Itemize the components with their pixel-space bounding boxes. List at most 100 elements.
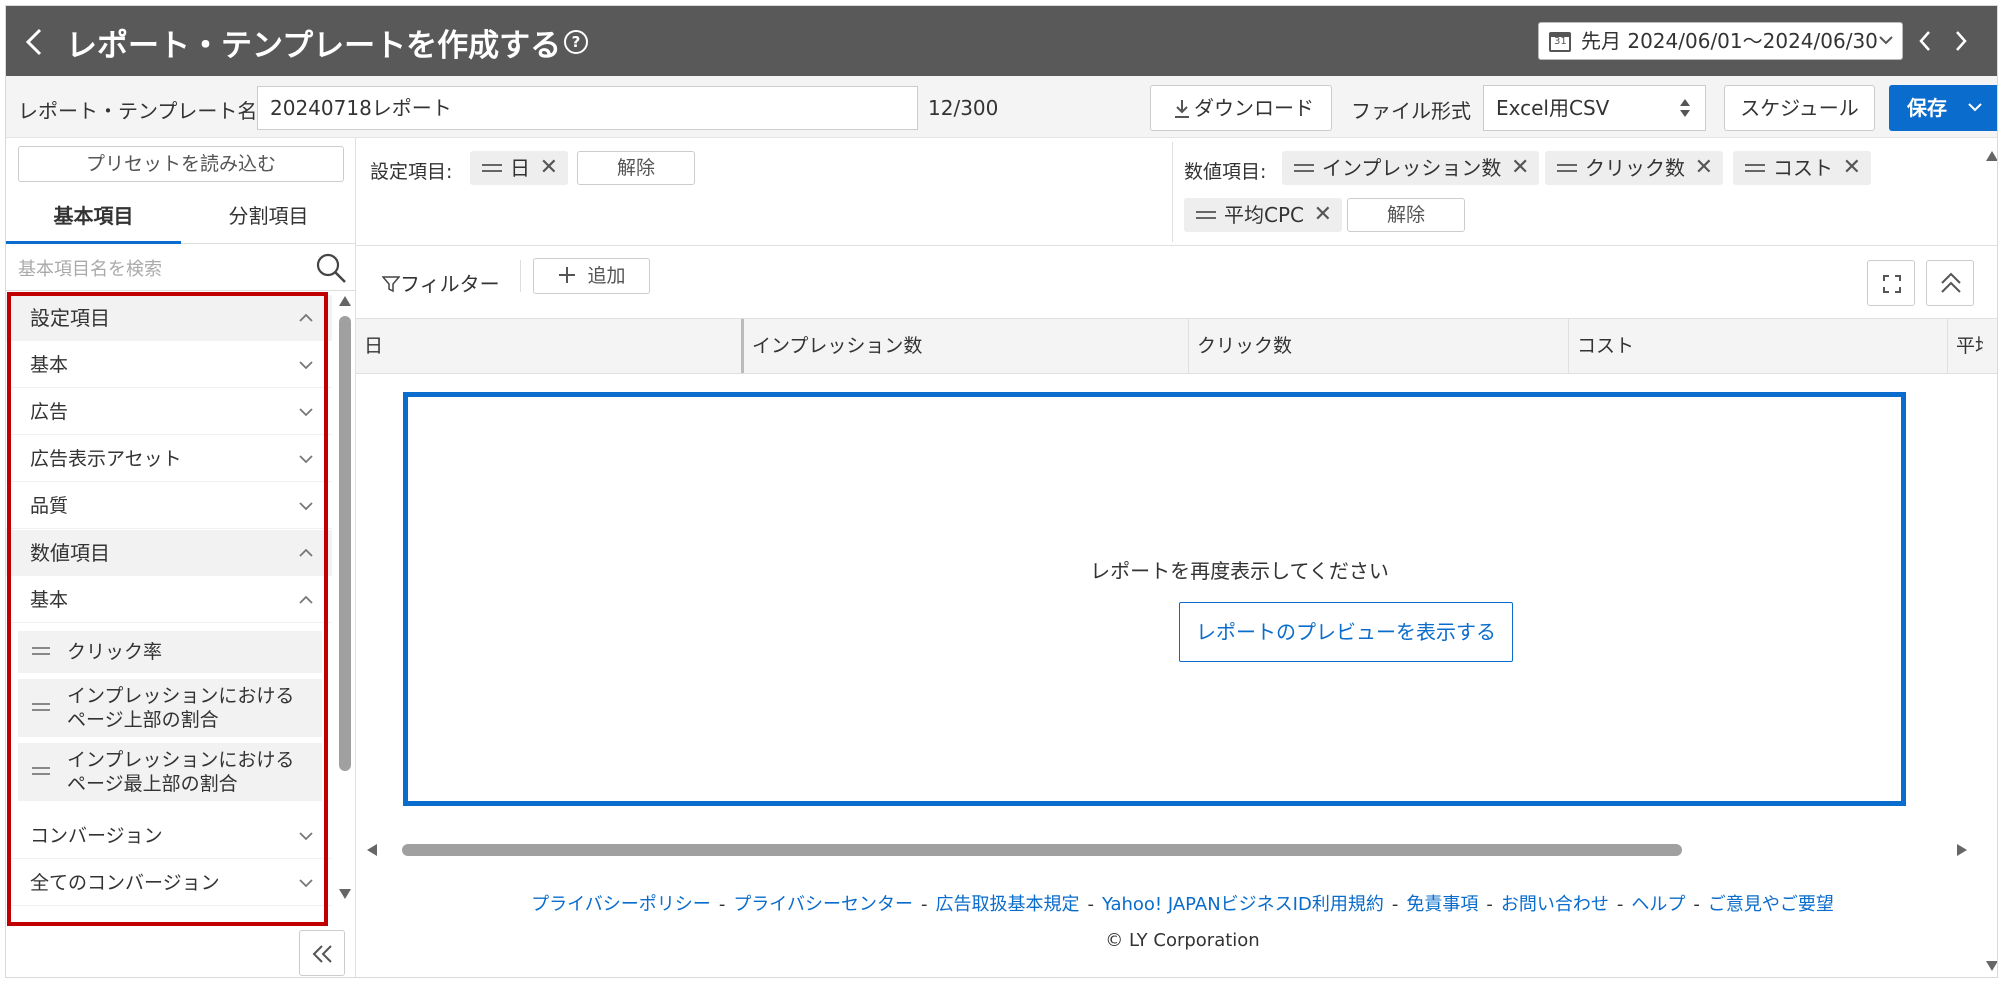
chip-cost[interactable]: コスト ✕ <box>1733 151 1871 185</box>
scroll-up-icon[interactable] <box>338 295 352 307</box>
scroll-left-icon[interactable] <box>366 843 378 857</box>
scroll-down-icon[interactable] <box>1985 960 1998 972</box>
field-item-label: クリック率 <box>67 641 163 663</box>
tree-row-quality[interactable]: 品質 <box>6 483 332 529</box>
divider <box>1172 142 1173 242</box>
filter-button[interactable]: フィルター <box>381 268 500 297</box>
field-item-abs-top-impression-rate[interactable]: インプレッションにおけるページ最上部の割合 <box>18 743 322 801</box>
tree-row-label: 品質 <box>30 495 69 517</box>
divider <box>520 260 521 292</box>
scroll-up-icon[interactable] <box>1985 150 1998 162</box>
search-icon[interactable] <box>314 251 348 285</box>
chevron-down-icon <box>298 389 314 435</box>
remove-icon[interactable]: ✕ <box>540 151 558 185</box>
tree-row-label: 広告表示アセット <box>30 448 182 470</box>
remove-icon[interactable]: ✕ <box>1843 151 1861 185</box>
drag-handle-icon <box>482 164 502 172</box>
back-arrow-icon[interactable] <box>20 26 50 58</box>
load-preset-button[interactable]: プリセットを読み込む <box>18 146 344 182</box>
fullscreen-button[interactable] <box>1867 260 1915 306</box>
drag-handle-icon <box>32 703 50 711</box>
clear-numeric-button[interactable]: 解除 <box>1347 198 1465 232</box>
section-metrics[interactable]: 数値項目 <box>6 530 332 576</box>
scroll-right-icon[interactable] <box>1956 843 1968 857</box>
next-period-icon[interactable] <box>1948 26 1974 56</box>
plus-icon <box>559 267 576 283</box>
footer-link-feedback[interactable]: ご意見やご要望 <box>1708 894 1834 915</box>
page-title: レポート・テンプレートを作成する <box>66 28 562 64</box>
section-settings[interactable]: 設定項目 <box>6 295 332 341</box>
show-preview-button[interactable]: レポートのプレビューを表示する <box>1179 602 1513 662</box>
column-header-cost[interactable]: コスト <box>1568 319 1947 373</box>
field-item-top-impression-rate[interactable]: インプレッションにおけるページ上部の割合 <box>18 679 322 737</box>
empty-message: レポートを再度表示してください <box>1090 559 1389 583</box>
section-label: 数値項目 <box>30 541 110 565</box>
download-label: ダウンロード <box>1194 96 1314 120</box>
remove-icon[interactable]: ✕ <box>1314 198 1332 232</box>
field-picker-panel: プリセットを読み込む 基本項目 分割項目 基本項目名を検索 設定項目 基本 広告 <box>6 138 356 977</box>
template-name-input[interactable]: 20240718レポート <box>257 86 918 130</box>
preview-empty-state: レポートを再度表示してください レポートのプレビューを表示する <box>403 392 1906 806</box>
tree-row-ad-assets[interactable]: 広告表示アセット <box>6 436 332 482</box>
template-name-label: レポート・テンプレート名 <box>18 99 258 123</box>
scroll-thumb[interactable] <box>402 844 1682 856</box>
tree-row-basic[interactable]: 基本 <box>6 342 332 388</box>
tree-row-metrics-basic[interactable]: 基本 <box>6 577 332 623</box>
date-range-select[interactable]: 先月 2024/06/01〜2024/06/30 <box>1538 22 1903 60</box>
previous-period-icon[interactable] <box>1912 26 1938 56</box>
save-button[interactable]: 保存 <box>1889 85 1997 131</box>
chip-clicks[interactable]: クリック数 ✕ <box>1545 151 1723 185</box>
filter-icon <box>381 276 401 293</box>
remove-icon[interactable]: ✕ <box>1511 151 1529 185</box>
clear-settings-button[interactable]: 解除 <box>577 151 695 185</box>
footer-separator: - <box>718 894 726 915</box>
download-icon <box>1175 100 1189 118</box>
scroll-thumb[interactable] <box>339 316 351 771</box>
footer-link-disclaimer[interactable]: 免責事項 <box>1406 894 1478 915</box>
remove-icon[interactable]: ✕ <box>1695 151 1713 185</box>
selected-fields-bar: 設定項目: 日 ✕ 解除 数値項目: インプレッション数 ✕ クリック数 ✕ コ… <box>356 138 1997 246</box>
calendar-icon <box>1549 32 1571 52</box>
schedule-button[interactable]: スケジュール <box>1724 85 1875 131</box>
template-toolbar: レポート・テンプレート名 20240718レポート 12/300 ダウンロード … <box>6 76 1997 138</box>
tab-split-fields[interactable]: 分割項目 <box>181 190 356 244</box>
chip-day[interactable]: 日 ✕ <box>470 151 568 185</box>
footer-link-help[interactable]: ヘルプ <box>1631 894 1685 915</box>
footer-link-business-id-terms[interactable]: Yahoo! JAPANビジネスID利用規約 <box>1102 894 1384 915</box>
footer-link-ad-terms[interactable]: 広告取扱基本規定 <box>935 894 1079 915</box>
tree-row-ads[interactable]: 広告 <box>6 389 332 435</box>
page-scrollbar[interactable] <box>1983 138 1998 977</box>
column-header-impressions[interactable]: インプレッション数 <box>741 319 1188 373</box>
collapse-header-button[interactable] <box>1926 260 1974 306</box>
scroll-down-icon[interactable] <box>338 888 352 900</box>
tree-scrollbar[interactable] <box>336 291 352 906</box>
tree-row-label: 全てのコンバージョン <box>30 872 220 894</box>
chip-impressions[interactable]: インプレッション数 ✕ <box>1282 151 1540 185</box>
footer-link-privacy-policy[interactable]: プライバシーポリシー <box>531 894 711 915</box>
tree-row-conversions[interactable]: コンバージョン <box>6 813 332 859</box>
tree-row-all-conversions[interactable]: 全てのコンバージョン <box>6 860 332 906</box>
file-format-select[interactable]: Excel用CSV <box>1483 85 1706 131</box>
tree-row-label: 基本 <box>30 354 69 376</box>
column-header-clicks[interactable]: クリック数 <box>1188 319 1568 373</box>
horizontal-scrollbar[interactable] <box>356 841 1972 857</box>
field-item-ctr[interactable]: クリック率 <box>18 631 322 673</box>
footer-link-privacy-center[interactable]: プライバシーセンター <box>733 894 913 915</box>
column-header-day[interactable]: 日 <box>356 319 741 373</box>
field-item-label: インプレッションにおけるページ最上部の割合 <box>67 749 295 795</box>
tab-basic-fields[interactable]: 基本項目 <box>6 190 181 244</box>
chip-avg-cpc[interactable]: 平均CPC ✕ <box>1184 198 1342 232</box>
field-item-label: インプレッションにおけるページ上部の割合 <box>67 685 295 731</box>
add-filter-button[interactable]: 追加 <box>533 258 650 294</box>
drag-handle-icon <box>1294 164 1314 172</box>
double-chevron-left-icon <box>312 945 332 963</box>
help-icon[interactable]: ? <box>564 30 588 54</box>
collapse-panel-button[interactable] <box>299 930 345 976</box>
footer-link-contact[interactable]: お問い合わせ <box>1501 894 1609 915</box>
chevron-up-icon <box>298 577 314 623</box>
search-input[interactable]: 基本項目名を検索 <box>18 255 162 281</box>
app-window: レポート・テンプレートを作成する ? 先月 2024/06/01〜2024/06… <box>5 5 1998 978</box>
download-button[interactable]: ダウンロード <box>1150 85 1332 131</box>
column-header-avg[interactable]: 平均 <box>1947 319 1983 373</box>
chevron-down-icon <box>298 342 314 388</box>
